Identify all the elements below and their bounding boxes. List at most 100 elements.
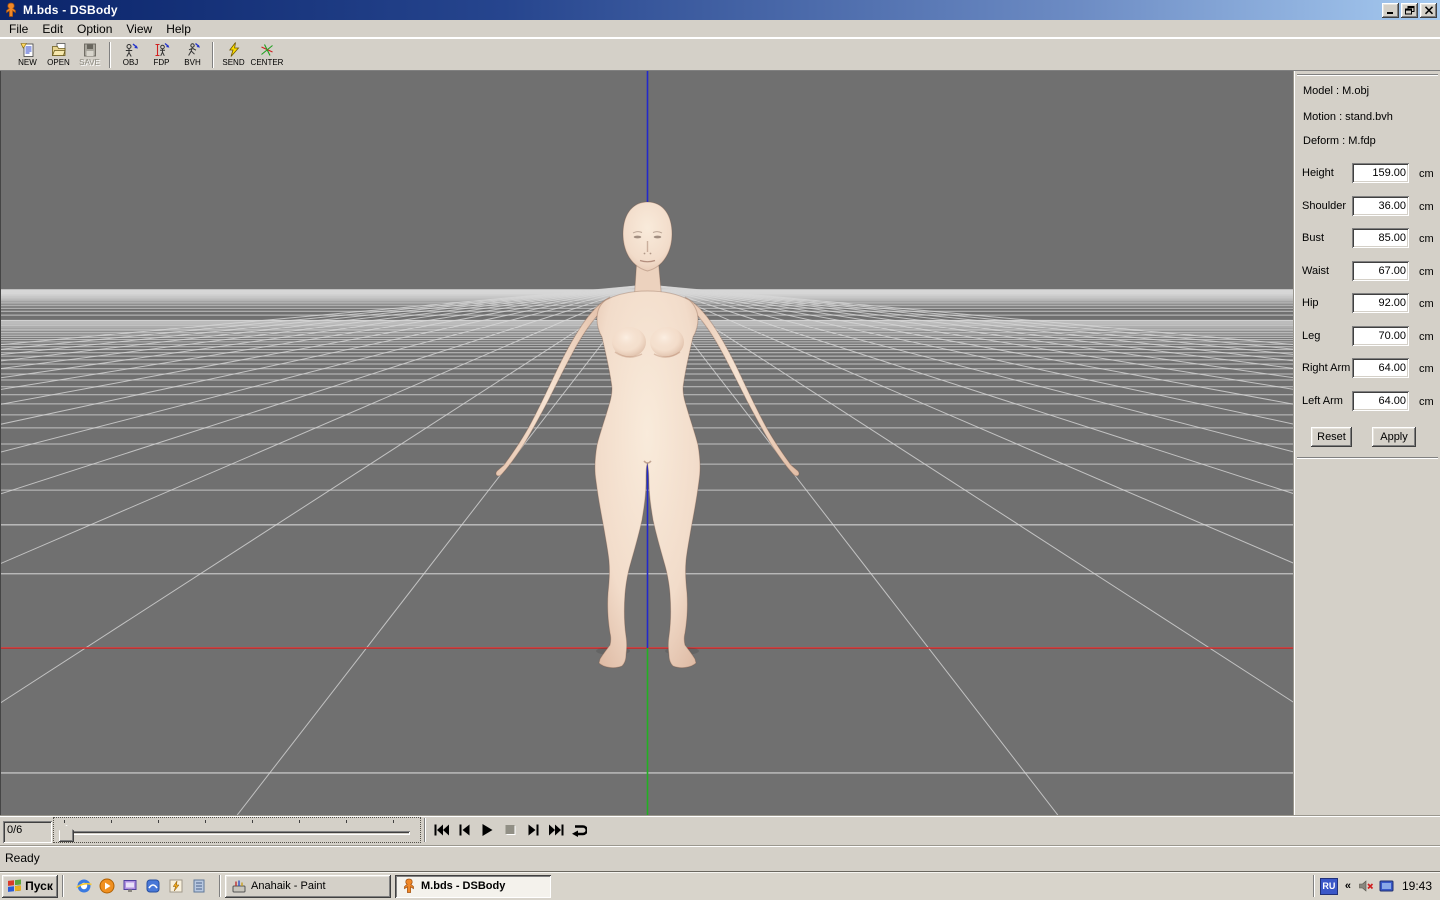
close-button[interactable] [1420,2,1437,18]
toolbar-separator [212,41,214,68]
taskbar: Пуск Anahaik - Paint M.bds - DSBody RU « [0,871,1440,900]
panel-divider [1297,457,1438,459]
scene-3d [1,71,1293,815]
restore-button[interactable] [1401,2,1418,18]
height-unit: cm [1419,168,1434,180]
paint-icon [232,880,246,893]
toolbar-separator [109,41,111,68]
menu-help[interactable]: Help [159,21,198,37]
viewport-3d[interactable] [0,71,1293,815]
bvh-button[interactable]: BVH [177,40,208,70]
waist-unit: cm [1419,266,1434,278]
skip-to-end-button[interactable] [546,822,566,838]
open-button[interactable]: OPEN [43,40,74,70]
left-arm-input[interactable] [1352,391,1409,411]
hip-input[interactable] [1352,293,1409,313]
bust-label: Bust [1302,232,1325,244]
window-title: M.bds - DSBody [23,3,118,17]
skip-to-start-button[interactable] [431,822,451,838]
window-controls [1382,2,1437,18]
shoulder-label: Shoulder [1302,200,1347,212]
shoulder-unit: cm [1419,201,1434,213]
language-indicator[interactable]: RU [1319,877,1338,895]
msn-app-icon[interactable] [145,878,161,894]
play-button[interactable] [477,822,497,838]
waist-input[interactable] [1352,261,1409,281]
menu-view[interactable]: View [119,21,159,37]
obj-button[interactable]: OBJ [115,40,146,70]
left-arm-unit: cm [1419,396,1434,408]
internet-explorer-icon[interactable] [76,878,92,894]
playbar-separator [424,818,426,842]
send-button[interactable]: SEND [218,40,249,70]
right-arm-unit: cm [1419,363,1434,375]
display-settings-icon[interactable] [1379,878,1395,894]
titlebar: M.bds - DSBody [0,0,1440,20]
tray-clock: 19:43 [1401,879,1432,893]
status-text: Ready [5,851,40,865]
leg-input[interactable] [1352,326,1409,346]
bust-input[interactable] [1352,228,1409,248]
measurement-panel: Model : M.obj Motion : stand.bvh Deform … [1293,71,1440,815]
right-arm-input[interactable] [1352,358,1409,378]
transport-controls [431,822,589,838]
main-area: Model : M.obj Motion : stand.bvh Deform … [0,71,1440,815]
slider-track[interactable] [62,831,410,835]
dsbody-app-icon [3,2,19,18]
tray-separator [1312,875,1315,897]
dsbody-window: M.bds - DSBody File Edit Option View Hel… [0,0,1440,900]
toolbar: NEW OPEN SAVE OBJ FDP BVH SEND CENTER [0,38,1440,71]
height-input[interactable] [1352,163,1409,183]
step-back-button[interactable] [454,822,474,838]
hip-unit: cm [1419,298,1434,310]
timeline-slider-thumb[interactable] [59,825,74,842]
winamp-icon[interactable] [168,878,184,894]
shoulder-input[interactable] [1352,196,1409,216]
menu-edit[interactable]: Edit [35,21,70,37]
step-forward-button[interactable] [523,822,543,838]
menu-option[interactable]: Option [70,21,119,37]
reset-button[interactable]: Reset [1311,427,1352,447]
task-dsbody[interactable]: M.bds - DSBody [395,874,551,898]
loop-button[interactable] [569,822,589,838]
hip-label: Hip [1302,297,1319,309]
stop-button[interactable] [500,822,520,838]
media-player-icon[interactable] [99,878,115,894]
taskbar-separator [219,875,221,897]
start-button[interactable]: Пуск [2,874,58,898]
center-button[interactable]: CENTER [249,40,285,70]
playback-bar: 0/6 [0,815,1440,845]
obj-model-icon [125,43,138,57]
tray-collapse-button[interactable]: « [1343,880,1353,892]
model-info: Model : M.obj [1303,85,1370,97]
minimize-button[interactable] [1382,2,1399,18]
motion-info: Motion : stand.bvh [1303,111,1393,123]
notes-grid-icon[interactable] [191,878,207,894]
save-button[interactable]: SAVE [74,40,105,70]
slider-ticks [60,820,416,824]
windows-logo-icon [8,879,22,892]
apply-button[interactable]: Apply [1372,427,1416,447]
panel-divider [1297,74,1438,76]
show-desktop-icon[interactable] [122,878,138,894]
task-paint[interactable]: Anahaik - Paint [225,874,391,898]
open-folder-icon [51,43,66,56]
leg-label: Leg [1302,330,1321,342]
leg-unit: cm [1419,331,1434,343]
menu-file[interactable]: File [2,21,35,37]
bvh-motion-icon [187,43,200,56]
bust-unit: cm [1419,233,1434,245]
fdp-button[interactable]: FDP [146,40,177,70]
system-tray: RU « 19:43 [1307,875,1438,898]
statusbar: Ready [0,845,1440,871]
new-document-icon [20,43,33,57]
left-arm-label: Left Arm [1302,395,1343,407]
volume-muted-icon[interactable] [1358,878,1374,894]
timeline-slider[interactable] [53,817,421,843]
menubar: File Edit Option View Help [0,20,1440,38]
center-axes-icon [261,44,273,56]
deform-info: Deform : M.fdp [1303,135,1376,147]
new-button[interactable]: NEW [12,40,43,70]
fdp-deform-icon [155,43,169,57]
taskbar-separator [62,875,64,897]
